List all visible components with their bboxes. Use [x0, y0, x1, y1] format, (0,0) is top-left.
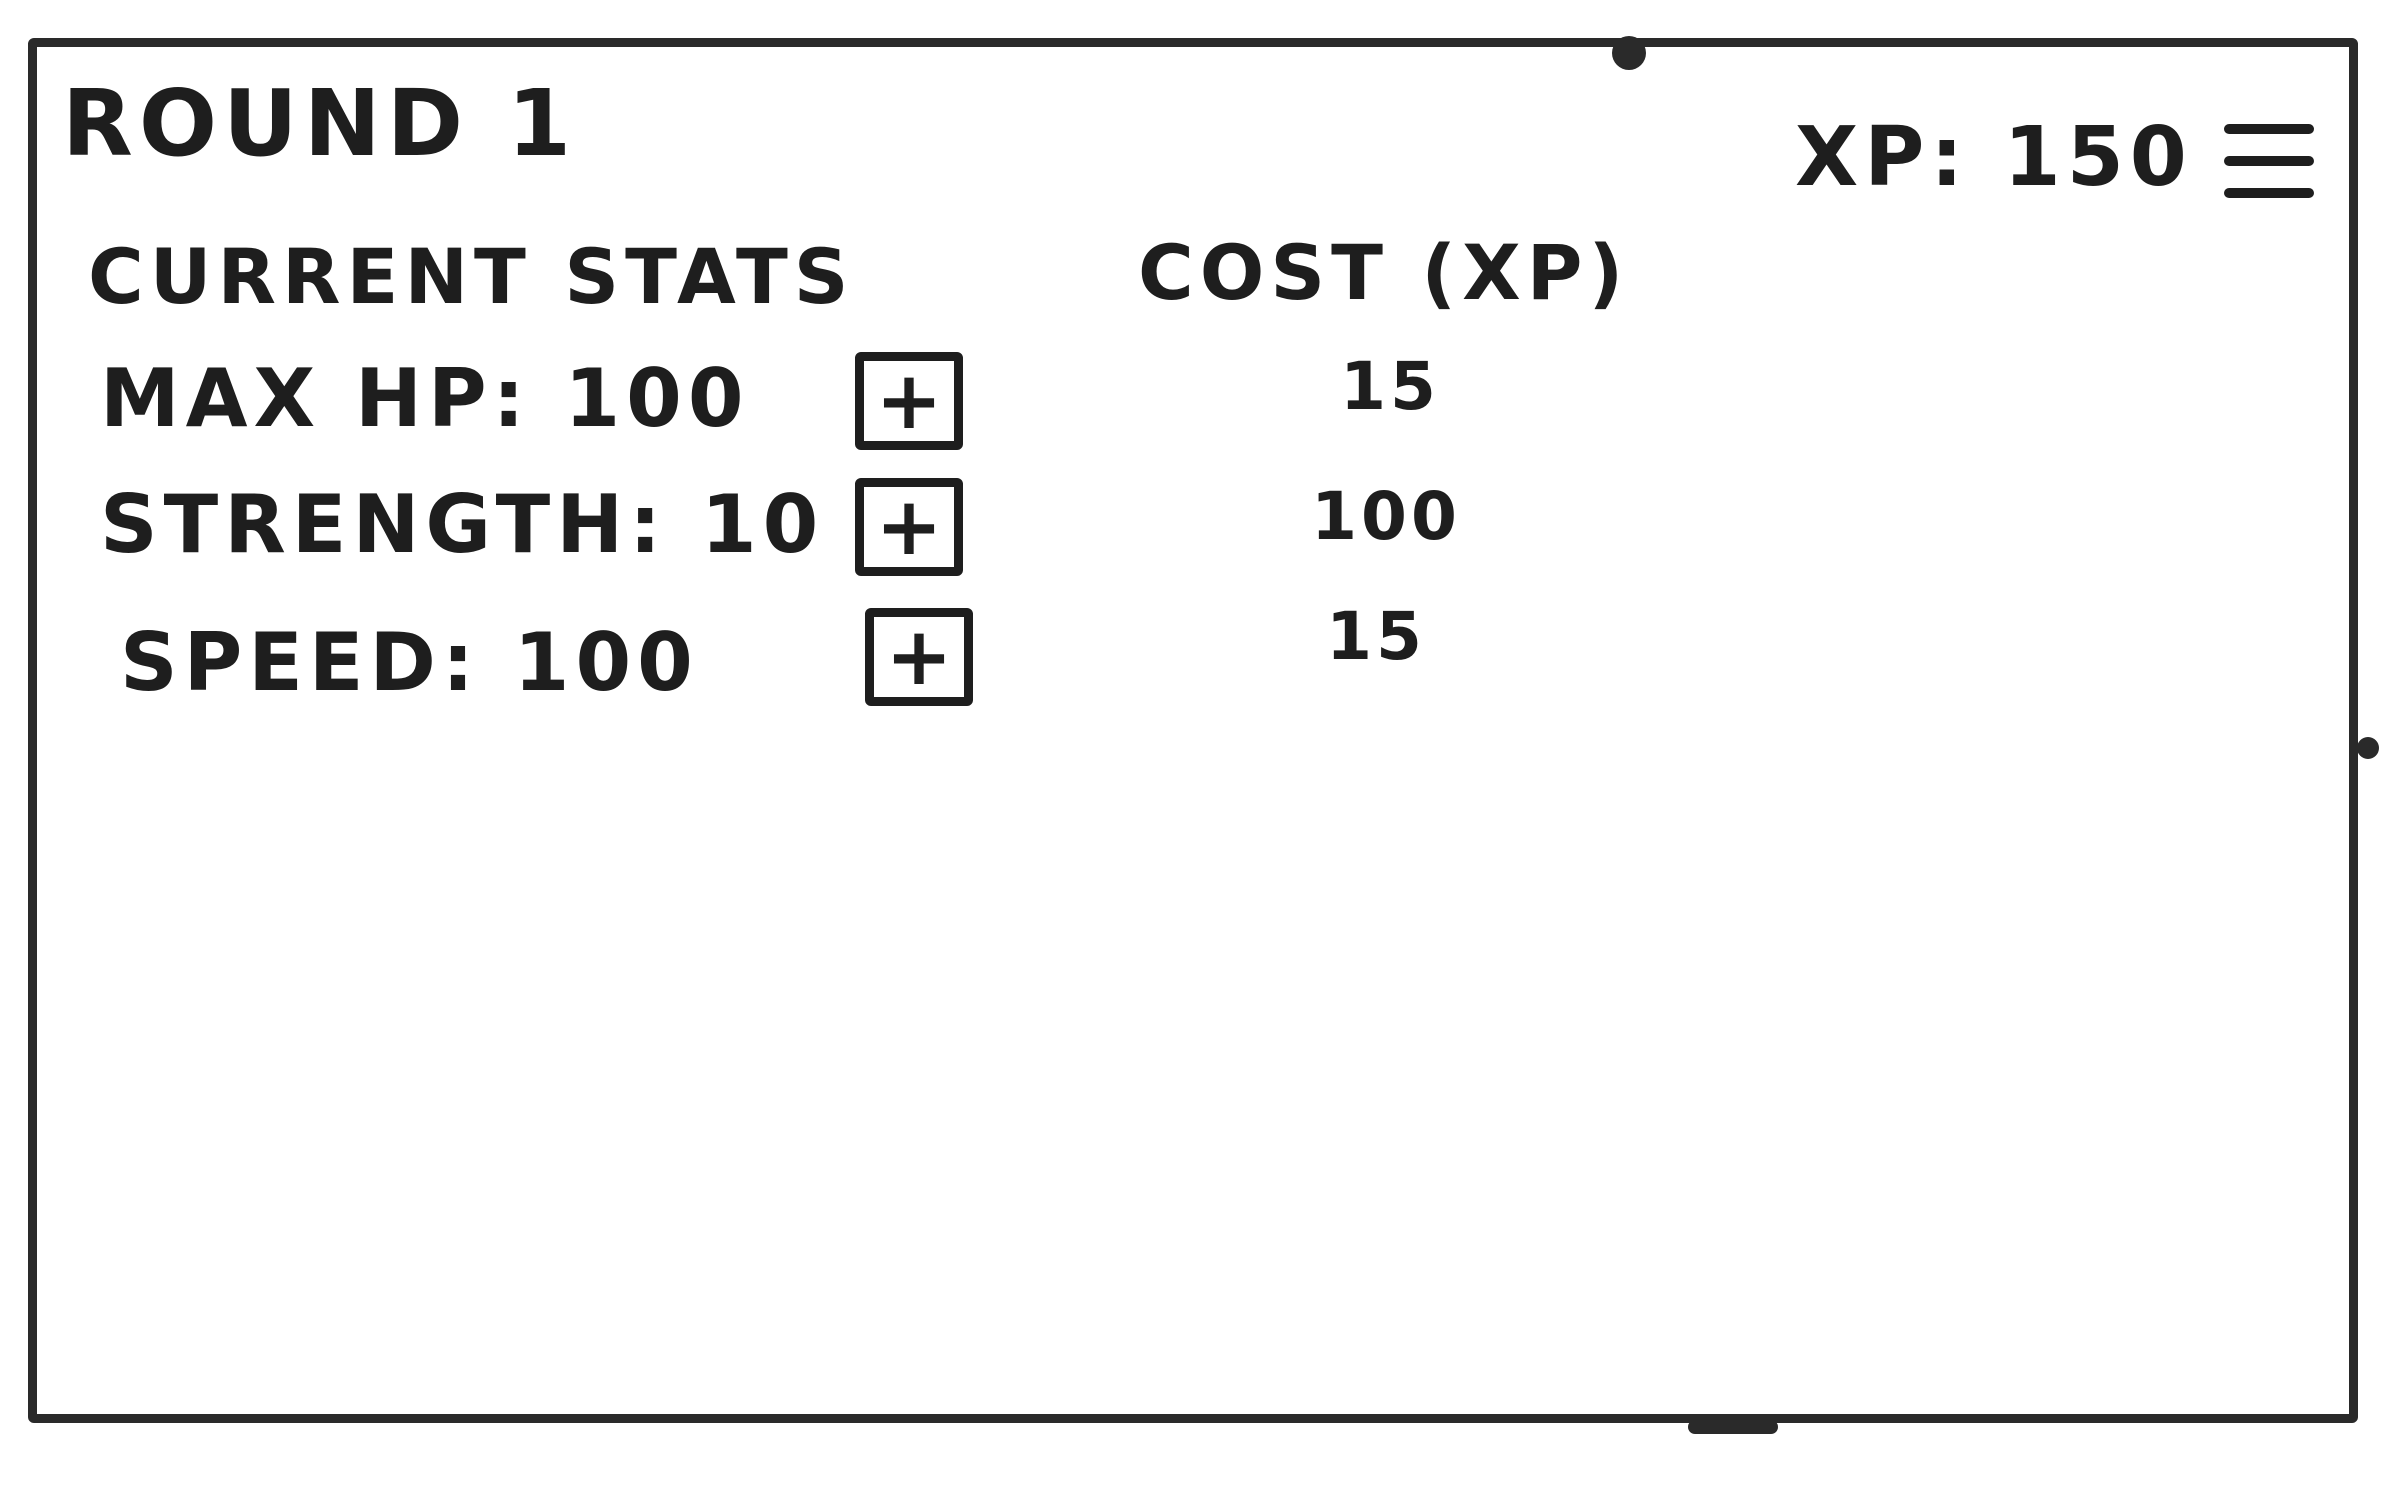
- frame-edge-dot: [2357, 737, 2379, 759]
- round-title: ROUND 1: [62, 70, 578, 177]
- upgrade-speed-button[interactable]: +: [865, 608, 973, 706]
- stat-row-strength: STRENGTH: 10 +: [100, 478, 1000, 582]
- frame-corner-dot: [1612, 36, 1646, 70]
- xp-readout: XP: 150: [1795, 110, 2193, 205]
- current-stats-header: CURRENT STATS: [88, 232, 855, 321]
- stat-label-speed: SPEED: 100: [120, 616, 699, 709]
- frame-edge-mark: [1688, 1420, 1778, 1434]
- cost-strength: 100: [1311, 478, 1461, 555]
- upgrade-max-hp-button[interactable]: +: [855, 352, 963, 450]
- cost-xp-header: COST (XP): [1138, 228, 1630, 317]
- stat-label-strength: STRENGTH: 10: [100, 478, 825, 571]
- menu-bar: [2224, 188, 2314, 198]
- upgrade-strength-button[interactable]: +: [855, 478, 963, 576]
- menu-bar: [2224, 124, 2314, 134]
- stat-row-speed: SPEED: 100 +: [120, 608, 1000, 720]
- menu-bar: [2224, 156, 2314, 166]
- cost-max-hp: 15: [1340, 348, 1440, 425]
- cost-speed: 15: [1326, 598, 1426, 675]
- hamburger-menu-icon[interactable]: [2218, 110, 2320, 212]
- stat-label-max-hp: MAX HP: 100: [100, 352, 750, 445]
- stat-row-max-hp: MAX HP: 100 +: [100, 352, 1000, 456]
